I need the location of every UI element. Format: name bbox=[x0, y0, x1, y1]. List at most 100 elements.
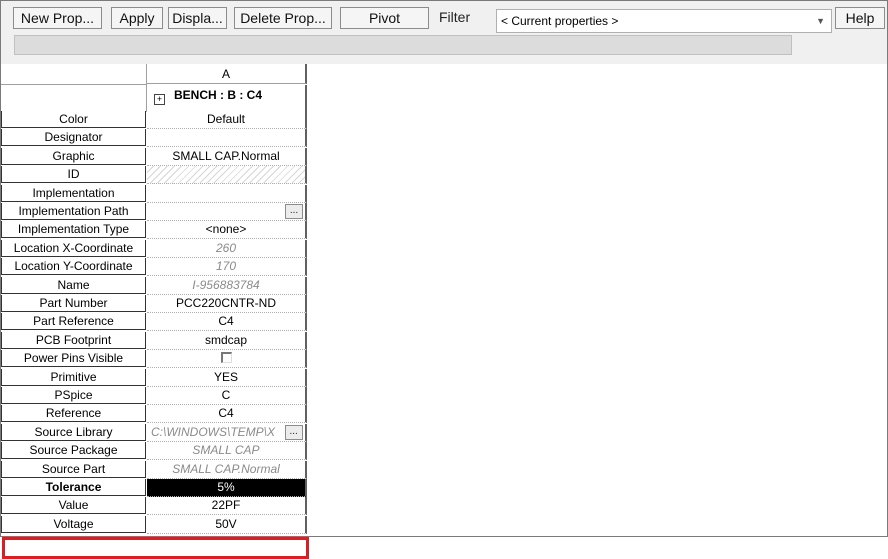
selection-highlight bbox=[2, 537, 309, 559]
property-value-text: PCC220CNTR-ND bbox=[175, 296, 276, 310]
grid-corner bbox=[1, 64, 147, 85]
property-value-text: I-956883784 bbox=[192, 277, 260, 292]
property-value-text: <none> bbox=[205, 222, 247, 237]
property-name[interactable]: PSpice bbox=[1, 387, 146, 404]
property-value-text: C:\WINDOWS\TEMP\X bbox=[151, 424, 275, 439]
part-title-cell: + BENCH : B : C4 bbox=[147, 85, 307, 111]
delete-prop-button[interactable]: Delete Prop... bbox=[234, 7, 332, 29]
pivot-button[interactable]: Pivot bbox=[340, 7, 429, 29]
property-value[interactable]: 5% bbox=[147, 479, 307, 497]
property-value-text: YES bbox=[213, 369, 238, 384]
property-name[interactable]: Part Number bbox=[1, 295, 146, 312]
property-name[interactable]: Location Y-Coordinate bbox=[1, 258, 146, 276]
property-row: Value 22PF bbox=[1, 497, 309, 516]
browse-button[interactable]: ... bbox=[285, 424, 303, 440]
apply-button[interactable]: Apply bbox=[111, 7, 163, 29]
property-name[interactable]: PCB Footprint bbox=[1, 331, 146, 349]
property-name[interactable]: Implementation Path bbox=[1, 203, 146, 220]
property-value[interactable]: C:\WINDOWS\TEMP\X... bbox=[147, 423, 307, 442]
property-name[interactable]: Value bbox=[1, 497, 146, 515]
property-name[interactable]: Part Reference bbox=[1, 313, 146, 331]
property-row: Source Part SMALL CAP.Normal bbox=[1, 460, 309, 479]
filter-label: Filter bbox=[439, 9, 471, 25]
help-button[interactable]: Help bbox=[835, 7, 885, 29]
property-value[interactable]: C4 bbox=[147, 313, 307, 332]
property-value[interactable]: SMALL CAP.Normal bbox=[147, 460, 307, 479]
new-prop-button[interactable]: New Prop... bbox=[13, 7, 102, 29]
property-name[interactable]: Voltage bbox=[1, 515, 146, 533]
property-row: Tolerance 5% bbox=[1, 479, 309, 497]
property-name[interactable]: Source Package bbox=[1, 442, 146, 460]
row-header-blank bbox=[1, 85, 147, 112]
chevron-down-icon: ▼ bbox=[816, 16, 825, 26]
expand-icon[interactable]: + bbox=[154, 94, 165, 105]
property-value[interactable]: I-956883784 bbox=[147, 276, 307, 295]
property-row: PSpice C bbox=[1, 387, 309, 405]
property-row: Location Y-Coordinate 170 bbox=[1, 258, 309, 277]
property-value[interactable] bbox=[147, 166, 307, 185]
property-value[interactable]: <none> bbox=[147, 221, 307, 240]
property-value-text: 260 bbox=[215, 240, 237, 255]
property-name[interactable]: Power Pins Visible bbox=[1, 350, 146, 368]
property-value[interactable] bbox=[147, 184, 307, 203]
property-row: Voltage 50V bbox=[1, 515, 309, 534]
property-value-text: 5% bbox=[217, 480, 235, 494]
property-value-text: SMALL CAP.Normal bbox=[172, 148, 280, 163]
filter-dropdown[interactable]: < Current properties > ▼ bbox=[496, 9, 832, 33]
property-name[interactable]: ID bbox=[1, 166, 146, 184]
property-value[interactable]: 260 bbox=[147, 239, 307, 258]
property-value[interactable]: PCC220CNTR-ND bbox=[147, 295, 307, 313]
filter-value: < Current properties > bbox=[501, 14, 619, 28]
property-value[interactable]: ... bbox=[147, 203, 307, 221]
property-value[interactable]: C4 bbox=[147, 405, 307, 424]
property-value-text: C bbox=[221, 388, 231, 402]
property-value[interactable]: 22PF bbox=[147, 497, 307, 516]
property-value[interactable]: SMALL CAP bbox=[147, 442, 307, 461]
property-value[interactable]: C bbox=[147, 387, 307, 405]
property-row: Part Reference C4 bbox=[1, 313, 309, 332]
property-row: ID bbox=[1, 166, 309, 185]
property-value-text: Default bbox=[206, 112, 246, 126]
part-title: BENCH : B : C4 bbox=[174, 88, 263, 102]
property-value-text: C4 bbox=[218, 314, 234, 329]
display-button[interactable]: Displa... bbox=[168, 7, 227, 29]
power-pins-checkbox[interactable] bbox=[220, 352, 232, 364]
property-name[interactable]: Tolerance bbox=[1, 479, 146, 496]
property-row: Reference C4 bbox=[1, 405, 309, 424]
property-row: Primitive YES bbox=[1, 368, 309, 387]
property-name[interactable]: Name bbox=[1, 276, 146, 294]
property-value[interactable]: YES bbox=[147, 368, 307, 387]
property-value-text: C4 bbox=[218, 406, 234, 421]
column-header-a[interactable]: A bbox=[147, 64, 307, 84]
property-value[interactable] bbox=[147, 350, 307, 369]
property-name[interactable]: Implementation Type bbox=[1, 221, 146, 239]
edit-bar[interactable] bbox=[14, 35, 792, 55]
property-value-text: SMALL CAP bbox=[192, 443, 260, 458]
property-name[interactable]: Designator bbox=[1, 129, 146, 147]
property-value[interactable]: SMALL CAP.Normal bbox=[147, 147, 307, 166]
property-value[interactable] bbox=[147, 129, 307, 148]
property-name[interactable]: Source Library bbox=[1, 423, 146, 441]
property-row: Name I-956883784 bbox=[1, 276, 309, 295]
property-value[interactable]: 50V bbox=[147, 515, 307, 534]
property-name[interactable]: Implementation bbox=[1, 184, 146, 202]
property-name[interactable]: Graphic bbox=[1, 147, 146, 165]
property-value[interactable]: smdcap bbox=[147, 331, 307, 350]
property-row: Implementation Path... bbox=[1, 203, 309, 221]
property-value[interactable]: Default bbox=[147, 111, 307, 129]
property-row: Graphic SMALL CAP.Normal bbox=[1, 147, 309, 166]
property-row: PCB Footprint smdcap bbox=[1, 331, 309, 350]
property-row: Location X-Coordinate 260 bbox=[1, 239, 309, 258]
property-name[interactable]: Location X-Coordinate bbox=[1, 239, 146, 257]
property-row: Source Library C:\WINDOWS\TEMP\X... bbox=[1, 423, 309, 442]
property-name[interactable]: Source Part bbox=[1, 460, 146, 478]
property-name[interactable]: Color bbox=[1, 111, 146, 128]
property-name[interactable]: Primitive bbox=[1, 368, 146, 386]
property-value[interactable]: 170 bbox=[147, 258, 307, 277]
property-row: Color Default bbox=[1, 111, 309, 129]
property-value-text: 22PF bbox=[211, 498, 241, 513]
property-name[interactable]: Reference bbox=[1, 405, 146, 423]
browse-button[interactable]: ... bbox=[285, 204, 303, 219]
property-value-text: 170 bbox=[215, 259, 237, 274]
property-row: Implementation Type <none> bbox=[1, 221, 309, 240]
